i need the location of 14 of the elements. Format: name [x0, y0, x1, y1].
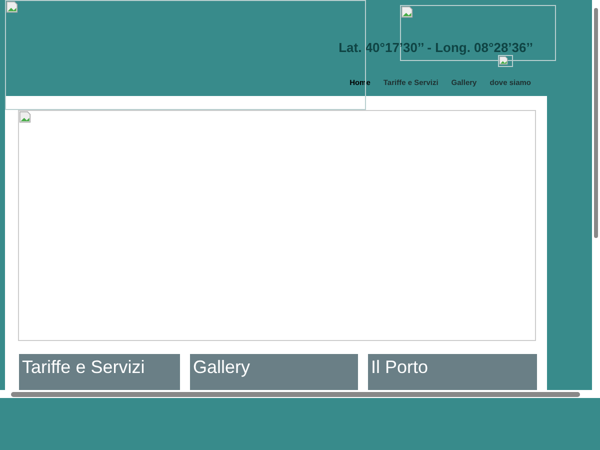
- card-title: Tariffe e Servizi: [22, 357, 145, 377]
- section-card[interactable]: Tariffe e Servizi: [19, 354, 180, 390]
- scroll-thumb[interactable]: [11, 392, 580, 397]
- scroll-thumb[interactable]: [594, 8, 598, 238]
- vertical-scrollbar[interactable]: [592, 0, 600, 390]
- broken-image-icon: [19, 111, 31, 123]
- broken-image-icon: [401, 6, 413, 18]
- card-title: Gallery: [193, 357, 250, 377]
- horizontal-scrollbar[interactable]: [0, 390, 600, 398]
- card-title: Il Porto: [371, 357, 428, 377]
- broken-image-icon: [6, 1, 18, 13]
- section-card[interactable]: Gallery: [190, 354, 358, 390]
- broken-image-icon: [499, 56, 508, 65]
- section-card[interactable]: Il Porto: [368, 354, 537, 390]
